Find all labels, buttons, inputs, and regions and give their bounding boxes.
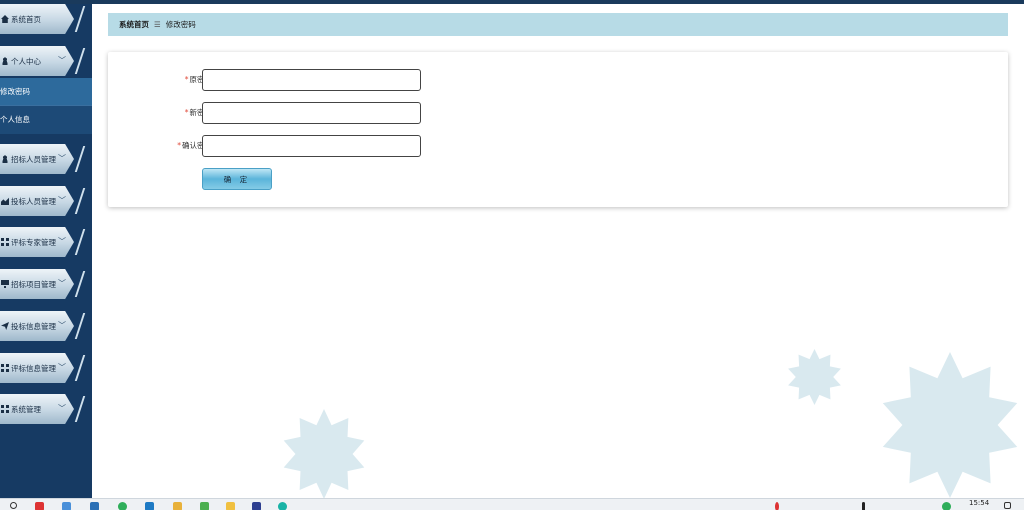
sidebar-item-label: 投标信息管理	[11, 321, 56, 331]
menu-tab: 系统管理 ﹀	[0, 394, 74, 424]
decorative-burst	[882, 352, 1018, 498]
monitor-icon	[1, 280, 9, 288]
app-icon[interactable]	[226, 502, 235, 510]
change-password-form: *原密码 *新密码 *确认密码 确 定	[108, 52, 1008, 207]
menu-tab: 系统首页	[0, 4, 74, 34]
grid-icon	[1, 364, 9, 372]
menu-tab: 评标信息管理 ﹀	[0, 353, 74, 383]
sidebar-item-label: 评标信息管理	[11, 363, 56, 373]
sidebar-item-label: 评标专家管理	[11, 237, 56, 247]
chevron-down-icon: ﹀	[58, 404, 66, 413]
app-icon[interactable]	[90, 502, 99, 510]
app-icon[interactable]	[118, 502, 127, 510]
tray-icon[interactable]	[942, 502, 951, 510]
notification-icon[interactable]	[775, 502, 779, 510]
breadcrumb-separator-icon: ☰	[154, 20, 161, 29]
decorative-burst	[283, 409, 365, 499]
chevron-down-icon: ﹀	[58, 56, 66, 65]
chevron-down-icon: ﹀	[58, 321, 66, 330]
chevron-down-icon: ﹀	[58, 154, 66, 163]
sidebar-item-label: 系统管理	[11, 404, 41, 414]
required-mark: *	[177, 141, 181, 150]
sidebar-item-bidder-staff[interactable]: 投标人员管理 ﹀	[0, 186, 86, 218]
app-icon[interactable]	[252, 502, 261, 510]
sidebar-item-personal-center[interactable]: 个人中心 ﹀	[0, 46, 86, 78]
form-row-new-password: *新密码	[108, 102, 448, 124]
app-icon[interactable]	[200, 502, 209, 510]
sidebar-item-label: 招标项目管理	[11, 279, 56, 289]
home-icon	[1, 15, 9, 23]
grid-icon	[1, 238, 9, 246]
decorative-burst	[788, 349, 841, 405]
menu-tab: 招标人员管理 ﹀	[0, 144, 74, 174]
breadcrumb-home-link[interactable]: 系统首页	[119, 19, 149, 30]
clock: 15:54	[969, 499, 990, 507]
menu-tab: 投标信息管理 ﹀	[0, 311, 74, 341]
sidebar: 系统首页 个人中心 ﹀ 修改密码 个人信息 招标人员管理 ﹀ 投标人员管理 ﹀	[0, 4, 92, 498]
app-icon[interactable]	[278, 502, 287, 510]
chevron-down-icon: ﹀	[58, 237, 66, 246]
new-password-input[interactable]	[202, 102, 421, 124]
sidebar-item-label: 投标人员管理	[11, 196, 56, 206]
personal-center-submenu: 修改密码 个人信息	[0, 78, 92, 134]
required-mark: *	[184, 75, 189, 84]
main-content: 系统首页 ☰ 修改密码 *原密码 *新密码 *确认密码 确 定	[92, 4, 1024, 499]
sidebar-item-evaluation-info[interactable]: 评标信息管理 ﹀	[0, 353, 86, 385]
sidebar-item-home[interactable]: 系统首页	[0, 4, 86, 36]
submit-button[interactable]: 确 定	[202, 168, 272, 190]
sidebar-item-tender-project[interactable]: 招标项目管理 ﹀	[0, 269, 86, 301]
sidebar-item-label: 招标人员管理	[11, 154, 56, 164]
app-icon[interactable]	[62, 502, 71, 510]
form-row-old-password: *原密码	[108, 69, 448, 91]
breadcrumb-current: 修改密码	[165, 20, 196, 29]
menu-tab: 招标项目管理 ﹀	[0, 269, 74, 299]
required-mark: *	[184, 108, 189, 117]
sidebar-item-tender-staff[interactable]: 招标人员管理 ﹀	[0, 144, 86, 176]
taskbar: 15:54	[0, 498, 1024, 510]
search-icon[interactable]	[10, 502, 17, 509]
user-icon	[1, 57, 9, 65]
submenu-item-change-password[interactable]: 修改密码	[0, 78, 92, 105]
sidebar-item-expert[interactable]: 评标专家管理 ﹀	[0, 227, 86, 259]
sidebar-item-system[interactable]: 系统管理 ﹀	[0, 394, 86, 426]
app-icon[interactable]	[145, 502, 154, 510]
notification-center-icon[interactable]	[1004, 502, 1011, 509]
menu-tab: 投标人员管理 ﹀	[0, 186, 74, 216]
menu-tab: 评标专家管理 ﹀	[0, 227, 74, 257]
chevron-down-icon: ﹀	[58, 196, 66, 205]
submenu-item-personal-info[interactable]: 个人信息	[0, 106, 92, 133]
tray-icon[interactable]	[862, 502, 865, 510]
menu-tab: 个人中心 ﹀	[0, 46, 74, 76]
old-password-input[interactable]	[202, 69, 421, 91]
user-icon	[1, 155, 9, 163]
sidebar-item-label: 系统首页	[11, 14, 41, 24]
confirm-password-input[interactable]	[202, 135, 421, 157]
chevron-down-icon: ﹀	[58, 363, 66, 372]
chevron-down-icon: ﹀	[58, 279, 66, 288]
chart-icon	[1, 197, 9, 205]
breadcrumb: 系统首页 ☰ 修改密码	[108, 13, 1008, 36]
grid-icon	[1, 405, 9, 413]
folder-icon[interactable]	[173, 502, 182, 510]
app-icon[interactable]	[35, 502, 44, 510]
sidebar-item-label: 个人中心	[11, 56, 41, 66]
sidebar-item-bid-info[interactable]: 投标信息管理 ﹀	[0, 311, 86, 343]
send-icon	[1, 322, 9, 330]
form-row-confirm-password: *确认密码	[108, 135, 448, 157]
